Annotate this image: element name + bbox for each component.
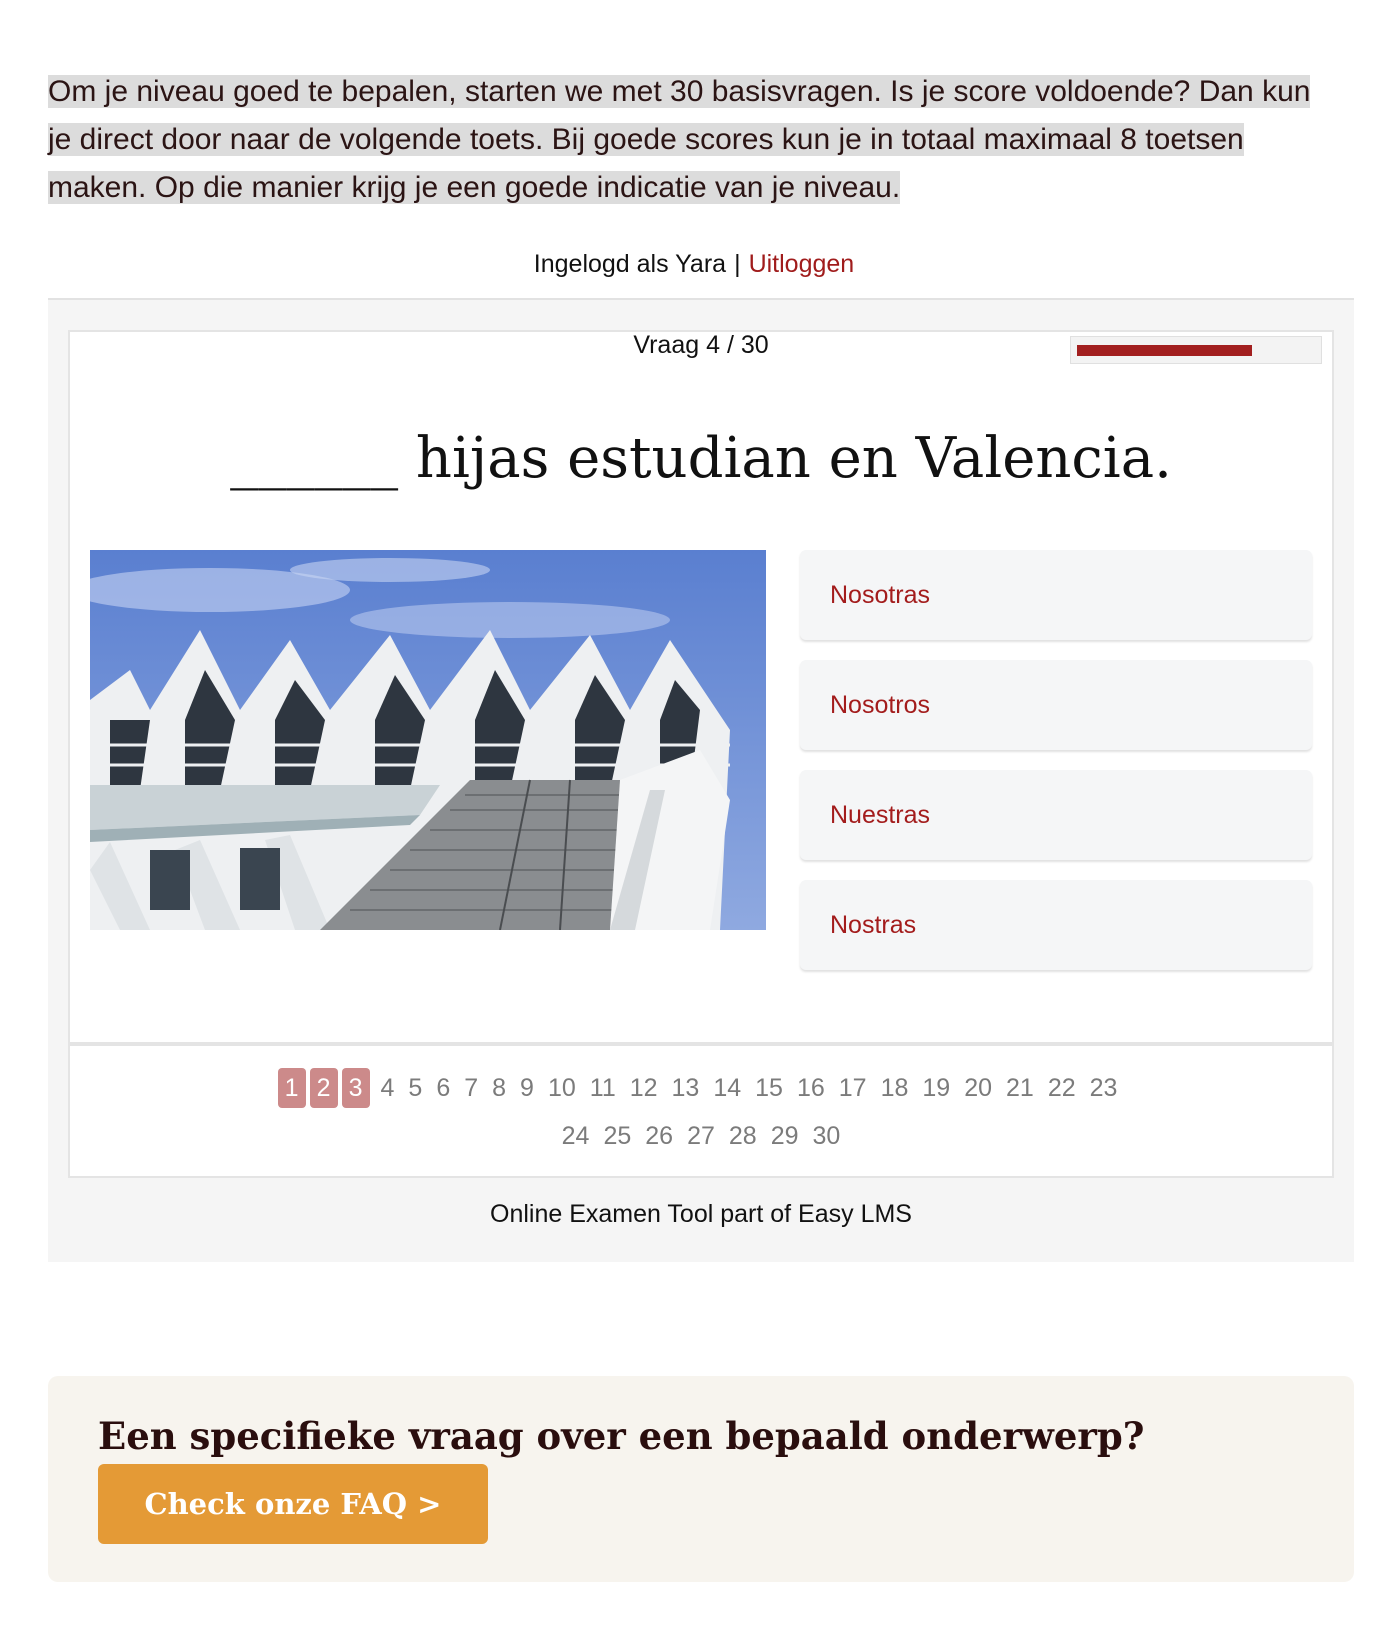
page-number[interactable]: 2 [309, 1068, 338, 1108]
page-number[interactable]: 5 [401, 1068, 429, 1108]
page-number[interactable]: 29 [764, 1116, 806, 1156]
logged-in-label: Ingelogd als Yara [533, 250, 727, 278]
question-navigation: 1 2 3 4 5 6 7 8 9 10 11 12 13 14 15 16 17 18 19 20 21 22 23 24… [68, 1044, 1334, 1178]
page-number[interactable]: 1 [277, 1068, 306, 1108]
page-number[interactable]: 15 [748, 1068, 790, 1108]
question-image [90, 550, 766, 930]
answer-option[interactable]: Nostras [800, 880, 1312, 970]
answer-option[interactable]: Nuestras [800, 770, 1312, 860]
intro-text: Om je niveau goed te bepalen, starten we… [48, 75, 1311, 204]
page-number[interactable]: 27 [680, 1116, 722, 1156]
page-number[interactable]: 6 [429, 1068, 457, 1108]
page-number[interactable]: 18 [874, 1068, 916, 1108]
page-number[interactable]: 4 [374, 1068, 402, 1108]
page-number[interactable]: 17 [832, 1068, 874, 1108]
page-number[interactable]: 20 [957, 1068, 999, 1108]
page-number[interactable]: 26 [638, 1116, 680, 1156]
page-number[interactable]: 21 [999, 1068, 1041, 1108]
question-text: ______ hijas estudian en Valencia. [230, 426, 1172, 491]
page-number[interactable]: 13 [665, 1068, 707, 1108]
answer-option[interactable]: Nosotros [800, 660, 1312, 750]
page-row-1: 1 2 3 4 5 6 7 8 9 10 11 12 13 14 15 16 17 18 19 20 21 22 23 [70, 1068, 1332, 1108]
page-number[interactable]: 16 [790, 1068, 832, 1108]
powered-by: Online Examen Tool part of Easy LMS [490, 1200, 912, 1228]
logout-link[interactable]: Uitloggen [749, 250, 855, 278]
page-number[interactable]: 25 [596, 1116, 638, 1156]
page-number[interactable]: 19 [915, 1068, 957, 1108]
page-number[interactable]: 30 [806, 1116, 848, 1156]
login-separator: | [734, 250, 741, 278]
page-number[interactable]: 28 [722, 1116, 764, 1156]
login-bar: Ingelogd als Yara | Uitloggen [0, 250, 1388, 279]
answer-option[interactable]: Nosotras [800, 550, 1312, 640]
quiz-container: Vraag 4 / 30 ______ hijas estudian en Va… [48, 298, 1354, 1262]
page-number[interactable]: 22 [1041, 1068, 1083, 1108]
progress-bar [1070, 336, 1322, 364]
faq-box: Een specifieke vraag over een bepaald on… [48, 1376, 1354, 1582]
page-row-2: 24 25 26 27 28 29 30 [70, 1116, 1332, 1156]
page-number[interactable]: 10 [541, 1068, 583, 1108]
page-number[interactable]: 23 [1083, 1068, 1125, 1108]
page-number[interactable]: 8 [485, 1068, 513, 1108]
faq-button[interactable]: Check onze FAQ > [98, 1464, 488, 1544]
page-number[interactable]: 9 [513, 1068, 541, 1108]
progress-fill [1077, 345, 1253, 356]
page-number[interactable]: 24 [555, 1116, 597, 1156]
quiz-header: Vraag 4 / 30 [68, 330, 1334, 370]
answer-list: Nosotras Nosotros Nuestras Nostras [800, 550, 1312, 990]
page-number[interactable]: 12 [623, 1068, 665, 1108]
page-number[interactable]: 7 [457, 1068, 485, 1108]
page-number[interactable]: 14 [706, 1068, 748, 1108]
faq-title: Een specifieke vraag over een bepaald on… [98, 1414, 1145, 1458]
page-number[interactable]: 3 [341, 1068, 370, 1108]
page-number[interactable]: 11 [583, 1068, 623, 1108]
question-panel: ______ hijas estudian en Valencia. Nosot… [68, 368, 1334, 1044]
